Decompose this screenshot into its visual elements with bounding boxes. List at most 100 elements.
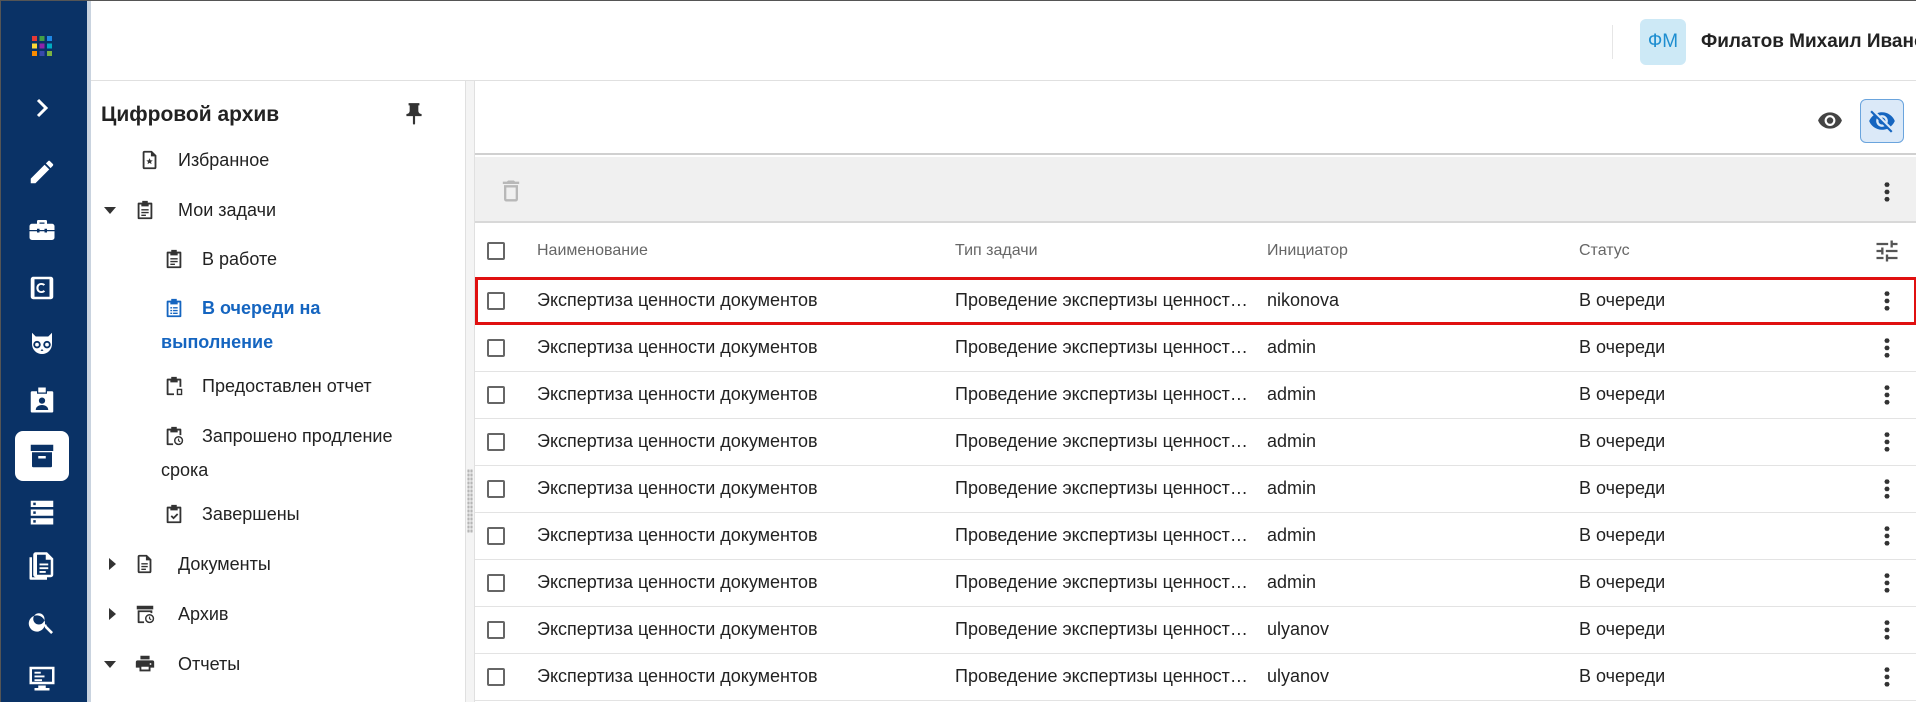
rail-c-button[interactable] (15, 263, 69, 313)
rail-toolbox-button[interactable] (15, 205, 69, 255)
cell-initiator: admin (1267, 478, 1317, 498)
c-badge-icon (30, 276, 54, 300)
row-more-cell (1857, 465, 1916, 512)
row-checkbox[interactable] (487, 433, 505, 452)
rail-owl-button[interactable] (15, 319, 69, 369)
sidebar-item-label: Отчеты (178, 654, 241, 674)
cell-status: В очереди (1579, 478, 1666, 498)
table-row[interactable]: Экспертиза ценности документов Проведени… (475, 606, 1916, 653)
row-more-cell (1857, 277, 1916, 324)
expand-rail-button[interactable] (15, 83, 69, 133)
row-checkbox[interactable] (487, 386, 505, 405)
sidebar-item-in-progress[interactable]: В работе (91, 242, 465, 276)
row-more-icon[interactable] (1884, 336, 1890, 359)
col-header-type[interactable]: Тип задачи (955, 225, 1267, 277)
tune-icon[interactable] (1873, 237, 1901, 265)
sidebar-item-report-provided[interactable]: Предоставлен отчет (91, 369, 465, 403)
row-checkbox[interactable] (487, 292, 505, 311)
hide-filters-button[interactable] (1860, 99, 1904, 143)
rail-edit-button[interactable] (15, 147, 69, 197)
sidebar-item-label: В очереди на (202, 298, 321, 318)
row-more-icon[interactable] (1884, 289, 1890, 312)
sidebar-item-favorites[interactable]: Избранное (91, 143, 465, 177)
rail-monitor-button[interactable] (15, 653, 69, 702)
rail-documents-button[interactable] (15, 541, 69, 591)
row-checkbox[interactable] (487, 339, 505, 358)
row-checkbox[interactable] (487, 527, 505, 546)
row-more-icon[interactable] (1884, 477, 1890, 500)
row-more-icon[interactable] (1884, 524, 1890, 547)
main-content: Наименование Тип задачи Инициатор Статус… (475, 81, 1916, 702)
table-row[interactable]: Экспертиза ценности документов Проведени… (475, 418, 1916, 465)
cell-status: В очереди (1579, 431, 1666, 451)
row-more-icon[interactable] (1884, 571, 1890, 594)
apps-grid-button[interactable] (15, 21, 69, 71)
sidebar-item-extension-requested[interactable]: Запрошено продление срока (91, 419, 465, 487)
row-checkbox[interactable] (487, 480, 505, 499)
sidebar-item-label: Завершены (202, 504, 300, 524)
document-icon (137, 554, 152, 574)
documents-icon (29, 552, 54, 580)
sidebar-item-completed[interactable]: Завершены (91, 497, 465, 531)
sidebar-item-documents[interactable]: Документы (91, 547, 465, 581)
row-select-cell (475, 418, 525, 465)
rail-storage-button[interactable] (15, 487, 69, 537)
caret-right-icon (109, 558, 116, 570)
pin-icon[interactable] (401, 99, 427, 129)
cell-name: Экспертиза ценности документов (537, 478, 818, 498)
select-all-checkbox[interactable] (487, 241, 505, 260)
sidebar-item-label: Запрошено продление (202, 426, 393, 446)
table-row[interactable]: Экспертиза ценности документов Проведени… (475, 371, 1916, 418)
cell-name: Экспертиза ценности документов (537, 619, 818, 639)
row-checkbox[interactable] (487, 668, 505, 687)
show-filters-button[interactable] (1813, 103, 1847, 137)
avatar[interactable]: ФМ (1640, 19, 1686, 65)
cell-name: Экспертиза ценности документов (537, 431, 818, 451)
table-row[interactable]: Экспертиза ценности документов Проведени… (475, 277, 1916, 324)
rail-badge-button[interactable] (15, 375, 69, 425)
table-row[interactable]: Экспертиза ценности документов Проведени… (475, 324, 1916, 371)
app-window: ФМ Филатов Михаил Иванович Цифровой архи… (0, 0, 1916, 702)
panel-splitter[interactable] (465, 81, 475, 702)
row-select-cell (475, 512, 525, 559)
row-more-icon[interactable] (1884, 618, 1890, 641)
cell-status: В очереди (1579, 337, 1666, 357)
table-row[interactable]: Экспертиза ценности документов Проведени… (475, 465, 1916, 512)
expand-chevron-icon (36, 98, 49, 118)
sidebar-item-my-tasks[interactable]: Мои задачи (91, 193, 465, 227)
delete-icon[interactable] (497, 175, 525, 207)
sidebar-item-label-line2: выполнение (161, 332, 274, 352)
cell-name: Экспертиза ценности документов (537, 572, 818, 592)
sidebar-item-archive[interactable]: Архив (91, 597, 465, 631)
row-more-icon[interactable] (1884, 665, 1890, 688)
table-row[interactable]: Экспертиза ценности документов Проведени… (475, 559, 1916, 606)
row-checkbox[interactable] (487, 621, 505, 640)
sidebar-item-queued[interactable]: В очереди на выполнение (91, 291, 465, 359)
sidebar-item-label: В работе (202, 249, 278, 269)
row-checkbox[interactable] (487, 574, 505, 593)
col-header-status[interactable]: Статус (1579, 225, 1857, 277)
col-header-name[interactable]: Наименование (525, 225, 955, 277)
row-select-cell (475, 371, 525, 418)
action-bar (475, 157, 1916, 223)
sidebar-item-reports[interactable]: Отчеты (91, 647, 465, 681)
row-more-icon[interactable] (1884, 430, 1890, 453)
resize-grip-icon[interactable] (467, 469, 473, 533)
cell-status: В очереди (1579, 666, 1666, 686)
user-name[interactable]: Филатов Михаил Иванович (1701, 31, 1916, 53)
cell-type: Проведение экспертизы ценности документо… (955, 478, 1267, 498)
row-more-icon[interactable] (1884, 383, 1890, 406)
pencil-icon (30, 160, 54, 184)
cell-name: Экспертиза ценности документов (537, 384, 818, 404)
clipboard-list-icon (166, 249, 182, 269)
table-row[interactable]: Экспертиза ценности документов Проведени… (475, 653, 1916, 700)
col-header-initiator[interactable]: Инициатор (1267, 225, 1579, 277)
sidebar-title: Цифровой архив (101, 103, 280, 126)
rail-archive-button[interactable] (15, 431, 69, 481)
select-all-cell (475, 225, 525, 277)
cell-name: Экспертиза ценности документов (537, 290, 818, 310)
rail-search-button[interactable] (15, 597, 69, 647)
table-row[interactable]: Экспертиза ценности документов Проведени… (475, 512, 1916, 559)
action-more-button[interactable] (1875, 177, 1899, 207)
row-select-cell (475, 559, 525, 606)
